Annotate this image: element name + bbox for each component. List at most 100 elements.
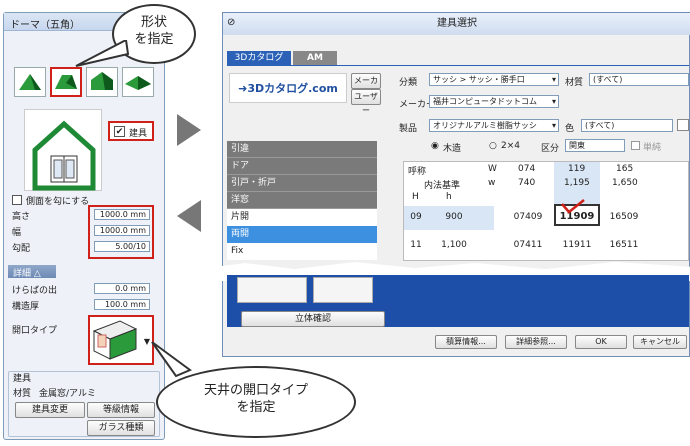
slope-input[interactable]: 5.00/10: [94, 241, 150, 252]
material-select[interactable]: (すべて): [589, 73, 689, 86]
3d-check-button[interactable]: 立体確認: [241, 311, 385, 327]
row-h-1: 1,100: [441, 240, 467, 250]
cat-item-1[interactable]: ドア: [227, 158, 377, 175]
th-yobi: 呼称: [408, 167, 427, 177]
cancel-button[interactable]: キャンセル: [633, 335, 687, 349]
col-w-0: 740: [518, 178, 536, 188]
row-h-0: 900: [445, 212, 463, 222]
table-cell[interactable]: 16511: [604, 234, 644, 256]
shape-option-1[interactable]: [14, 67, 46, 97]
fitting-checkbox-group[interactable]: ✔ 建具: [108, 121, 154, 141]
maker-select[interactable]: 福井コンピュータドットコム ▾: [429, 95, 559, 108]
chevron-down-icon: ▾: [551, 75, 556, 84]
eave-label: けらばの出: [12, 286, 58, 296]
user-button[interactable]: ユーザー: [351, 89, 381, 115]
table-cell[interactable]: 07411: [508, 234, 548, 256]
cat-item-4[interactable]: 片開: [227, 209, 377, 226]
detail-label: 詳細: [13, 269, 32, 279]
preview-thumb-2[interactable]: [313, 277, 373, 303]
fitting-checkbox-label: 建具: [129, 129, 148, 139]
left-arrow-icon: [177, 200, 201, 232]
fitting-group: 建具 材質 金属窓/アルミ 建具変更 等級情報 ガラス種類: [8, 371, 160, 437]
fitting-checkbox[interactable]: ✔: [114, 126, 125, 137]
col-code-0: 074: [518, 164, 536, 174]
dormer-preview: [24, 109, 102, 191]
class-select[interactable]: サッシ > サッシ・勝手口 ▾: [429, 73, 559, 86]
opening-type-label: 開口タイプ: [12, 326, 58, 336]
class-label: 分類: [399, 78, 418, 88]
ok-button[interactable]: OK: [575, 335, 627, 349]
division-select[interactable]: 関東: [565, 139, 625, 152]
color-select[interactable]: (すべて): [581, 119, 673, 132]
cat-item-3[interactable]: 洋窓: [227, 192, 377, 209]
th-w2: w: [488, 178, 496, 188]
radio-wood[interactable]: ◉: [431, 141, 439, 151]
collapse-icon: △: [33, 269, 41, 279]
opening-type-icon: [92, 320, 138, 360]
change-fitting-button[interactable]: 建具変更: [15, 402, 85, 418]
product-label: 製品: [399, 124, 418, 134]
maker-button[interactable]: メーカー: [351, 73, 381, 99]
tab-divider: [227, 65, 689, 66]
catalog-logo: ➜3Dカタログ.com: [229, 73, 347, 103]
shape-callout-pointer: [75, 40, 130, 67]
radio-2x4[interactable]: ○: [489, 141, 497, 151]
color-swatch[interactable]: [677, 119, 689, 131]
height-label: 高さ: [12, 212, 31, 222]
tab-3d-catalog[interactable]: 3Dカタログ: [227, 51, 291, 65]
opening-type-selector[interactable]: ▼: [88, 315, 154, 365]
width-label: 幅: [12, 228, 22, 238]
glass-type-button[interactable]: ガラス種類: [87, 420, 155, 436]
fitting-group-label: 建具: [13, 374, 32, 384]
slope-label: 勾配: [12, 244, 31, 254]
material-value: 金属窓/アルミ: [39, 389, 96, 399]
product-select[interactable]: オリジナルアルミ樹脂サッシ ▾: [429, 119, 559, 132]
checkmark-icon: [561, 199, 585, 214]
shape-option-4[interactable]: [122, 67, 154, 97]
dialog-title: 建具選択: [223, 13, 690, 35]
col-w-2: 1,650: [612, 178, 638, 188]
height-input[interactable]: 1000.0 mm: [94, 209, 150, 220]
radio-2x4-label: 2×4: [501, 141, 520, 151]
shape-option-2-selected[interactable]: [50, 67, 82, 97]
division-label: 区分: [541, 144, 560, 154]
eave-input[interactable]: 0.0 mm: [94, 283, 150, 294]
table-cell[interactable]: 11911: [554, 234, 600, 256]
chevron-down-icon: ▾: [551, 121, 556, 130]
app-icon: ⊘: [227, 17, 236, 28]
table-cell[interactable]: 07409: [508, 206, 548, 228]
material-label: 材質: [565, 78, 584, 88]
cat-item-0[interactable]: 引違: [227, 141, 377, 158]
detail-ref-button[interactable]: 詳細参照...: [505, 335, 567, 349]
right-arrow-icon: [177, 114, 201, 146]
table-cell[interactable]: 16509: [604, 206, 644, 228]
color-label: 色: [565, 124, 575, 134]
side-slope-label: 側面を勾にする: [26, 197, 90, 207]
product-value: オリジナルアルミ樹脂サッシ: [433, 121, 537, 130]
preview-thumb-1[interactable]: [237, 277, 307, 303]
th-naiho: 内法基準: [424, 181, 461, 191]
estimate-info-button[interactable]: 積算情報...: [435, 335, 497, 349]
row-code-1: 11: [410, 240, 422, 250]
cat-item-5-selected[interactable]: 両開: [227, 226, 377, 243]
shape-option-3[interactable]: [86, 67, 118, 97]
tab-am[interactable]: AM: [293, 51, 337, 65]
chevron-down-icon: ▾: [551, 97, 556, 106]
th-H: H: [412, 192, 419, 202]
material-label: 材質: [13, 389, 32, 399]
detail-section-header[interactable]: 詳細 △: [8, 265, 56, 279]
single-checkbox[interactable]: [631, 141, 640, 150]
th-h: h: [446, 192, 452, 202]
thickness-input[interactable]: 100.0 mm: [94, 299, 150, 310]
size-table: 呼称 W 内法基準 w H h 074 119 165 740 1,195 1,…: [403, 161, 689, 261]
class-value: サッシ > サッシ・勝手口: [433, 75, 525, 84]
th-w: W: [488, 164, 497, 174]
col-code-1: 119: [568, 164, 586, 174]
width-input[interactable]: 1000.0 mm: [94, 225, 150, 236]
ceiling-callout-pointer: [151, 341, 192, 378]
col-w-1: 1,195: [564, 178, 590, 188]
side-slope-checkbox[interactable]: [12, 195, 22, 205]
cat-item-2[interactable]: 引戸・折戸: [227, 175, 377, 192]
rank-info-button[interactable]: 等級情報: [87, 402, 155, 418]
thickness-label: 構造厚: [12, 302, 40, 312]
